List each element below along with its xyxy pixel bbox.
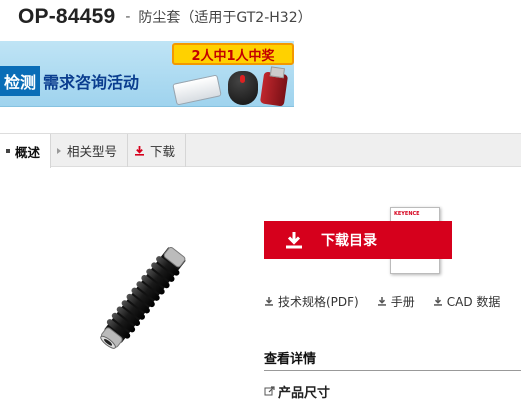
dimensions-link[interactable]: 产品尺寸	[264, 382, 330, 401]
usb-drive-image	[259, 71, 289, 106]
manual-link[interactable]: 手册	[377, 293, 415, 310]
product-subtitle: 防尘套（适用于GT2-H32）	[138, 10, 312, 26]
download-icon	[377, 296, 387, 306]
promo-banner[interactable]: 2人中1人中奖 检测 需求咨询活动	[0, 41, 294, 107]
download-icon	[433, 296, 443, 306]
dimensions-label: 产品尺寸	[278, 386, 331, 401]
banner-tag: 2人中1人中奖	[172, 43, 294, 65]
triangle-right-icon	[57, 147, 62, 154]
cad-data-link[interactable]: CAD 数据	[433, 293, 501, 310]
external-link-icon	[264, 386, 275, 397]
tab-overview[interactable]: 概述	[0, 134, 52, 168]
download-icon	[264, 296, 274, 306]
mouse-image	[228, 71, 258, 105]
model-number: OP-84459	[18, 5, 116, 28]
power-bank-image	[172, 74, 222, 106]
manual-label: 手册	[390, 294, 415, 309]
title-separator: -	[125, 9, 131, 25]
tab-related-models[interactable]: 相关型号	[51, 134, 129, 167]
download-icon	[134, 145, 145, 156]
tech-spec-label: 技术规格(PDF)	[278, 294, 359, 309]
download-catalog-label: 下载目录	[321, 233, 377, 249]
tech-spec-link[interactable]: 技术规格(PDF)	[264, 293, 359, 310]
tab-bar: 概述 相关型号 下载	[0, 133, 521, 168]
cad-data-label: CAD 数据	[446, 294, 501, 309]
details-divider	[264, 370, 521, 371]
tab-download[interactable]: 下载	[128, 134, 187, 167]
page-header: OP-84459 - 防尘套（适用于GT2-H32）	[0, 0, 521, 34]
banner-title: 检测 需求咨询活动	[0, 66, 140, 96]
bullet-icon	[6, 149, 10, 153]
resource-links: 技术规格(PDF) 手册 CAD 数据	[264, 292, 521, 310]
download-catalog-button[interactable]: 下载目录	[264, 221, 452, 259]
tab-label: 相关型号	[67, 144, 118, 159]
banner-title-highlight: 检测	[0, 66, 41, 96]
tab-label: 概述	[15, 144, 41, 160]
download-icon	[284, 230, 308, 250]
product-image	[70, 230, 220, 360]
catalog-logo: KEYENCE	[394, 211, 420, 217]
details-heading: 查看详情	[264, 352, 317, 367]
tab-label: 下载	[150, 144, 176, 159]
banner-prize-images	[172, 67, 294, 106]
banner-title-rest: 需求咨询活动	[43, 73, 140, 92]
